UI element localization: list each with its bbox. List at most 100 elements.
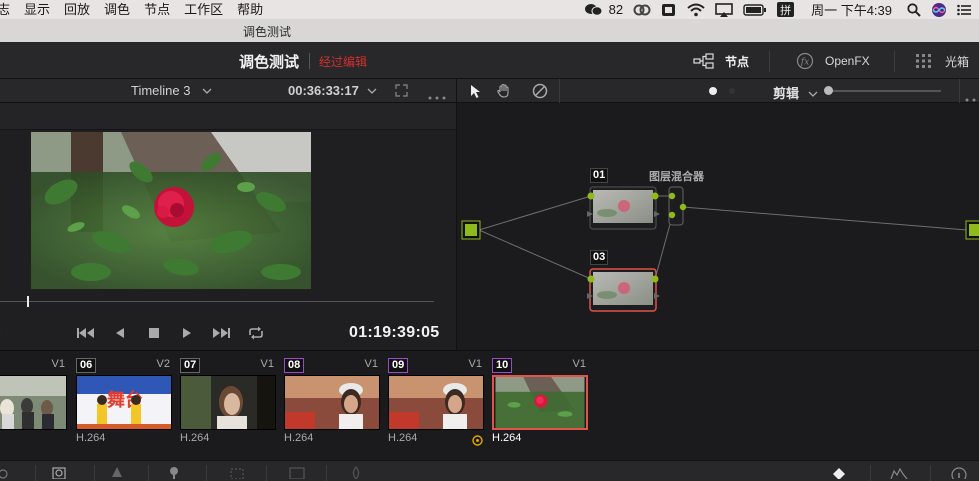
- keyframes-icon[interactable]: [830, 465, 848, 479]
- clip-track: V1: [260, 358, 274, 370]
- node-editor-panel: 剪辑 01 03 图层混合器: [456, 79, 979, 350]
- play-forward-icon[interactable]: [175, 322, 199, 344]
- airplay-icon[interactable]: [715, 0, 733, 19]
- menu-item-color[interactable]: 调色: [97, 0, 137, 19]
- clip-codec: H.264: [76, 432, 106, 444]
- clip-track: V1: [468, 358, 482, 370]
- node-mode-label: 剪辑: [773, 86, 800, 101]
- palette-icon[interactable]: [0, 465, 18, 479]
- palette-divider: [206, 465, 207, 481]
- jump-to-start-icon[interactable]: [74, 322, 98, 344]
- menu-item-nodes[interactable]: 节点: [137, 0, 177, 19]
- clip-thumbnail-image: 舞台: [76, 375, 172, 430]
- creative-cloud-icon[interactable]: [633, 0, 651, 19]
- viewer-options-icon[interactable]: [428, 88, 446, 103]
- source-timecode-value: 00:36:33:17: [288, 83, 359, 98]
- layer-mixer-node[interactable]: [668, 186, 687, 226]
- camera-raw-icon[interactable]: [50, 465, 68, 479]
- node-connections: [478, 195, 968, 280]
- clip-thumbnail[interactable]: 06 V2 舞台 H.264: [76, 351, 176, 461]
- pointer-tool-icon[interactable]: [464, 81, 486, 101]
- nodes-icon: [693, 53, 714, 69]
- viewer-image[interactable]: [31, 132, 311, 289]
- node-01-label: 01: [590, 168, 609, 183]
- page-header: 调色测试 经过编辑 节点 fx OpenFX 光箱: [0, 42, 979, 79]
- notification-center-icon[interactable]: [957, 0, 971, 19]
- menu-item-view-fragment[interactable]: 志: [0, 0, 17, 19]
- palette-divider: [930, 465, 931, 481]
- clip-thumbnail[interactable]: 08 V1 H.264: [284, 351, 384, 461]
- wifi-icon[interactable]: [687, 0, 705, 19]
- zoom-slider-track[interactable]: [829, 90, 941, 92]
- node-mode-selector[interactable]: 剪辑: [773, 83, 818, 102]
- clip-thumbnail[interactable]: V1 4: [0, 351, 71, 461]
- clip-codec: H.264: [388, 432, 418, 444]
- app-status-icon[interactable]: [661, 0, 677, 19]
- tracker-icon[interactable]: [228, 465, 246, 479]
- menu-item-display[interactable]: 显示: [17, 0, 57, 19]
- nodes-panel-button[interactable]: 节点: [693, 51, 749, 71]
- page-dot[interactable]: [729, 88, 735, 94]
- source-input-node[interactable]: [461, 220, 481, 240]
- palette-divider: [94, 465, 95, 481]
- menu-item-playback[interactable]: 回放: [57, 0, 97, 19]
- source-timecode[interactable]: 00:36:33:17: [288, 83, 377, 98]
- clip-track: V2: [156, 358, 170, 370]
- viewer-playhead[interactable]: [27, 296, 29, 307]
- 3d-icon[interactable]: [288, 465, 306, 479]
- play-reverse-icon[interactable]: [108, 322, 132, 344]
- toolbar-divider: [559, 79, 560, 103]
- clip-number: 08: [284, 358, 305, 373]
- battery-icon[interactable]: [743, 0, 767, 19]
- viewer-scrub-bar[interactable]: [0, 301, 434, 302]
- palette-divider: [326, 465, 327, 481]
- left-timecode-fragment: ): [0, 324, 1, 341]
- clock[interactable]: 周一 下午4:39: [811, 0, 892, 19]
- clip-thumbnail[interactable]: 07 V1 H.264: [180, 351, 280, 461]
- menu-item-help[interactable]: 帮助: [230, 0, 270, 19]
- nodes-panel-label: 节点: [725, 54, 750, 69]
- chevron-down-icon: [202, 88, 212, 94]
- chevron-down-icon: [367, 88, 377, 94]
- timeline-selector[interactable]: Timeline 3: [131, 83, 212, 98]
- output-node[interactable]: [965, 220, 979, 240]
- node-graph[interactable]: [457, 103, 979, 350]
- zoom-slider-handle[interactable]: [824, 86, 833, 95]
- blur-icon[interactable]: [347, 465, 365, 479]
- page-dot-active[interactable]: [709, 87, 717, 95]
- openfx-panel-button[interactable]: fx OpenFX: [796, 51, 870, 71]
- siri-icon[interactable]: [931, 0, 947, 19]
- project-name: 调色测试: [239, 54, 300, 71]
- clip-number: 07: [180, 358, 201, 373]
- header-divider: [769, 50, 770, 72]
- clip-codec: H.264: [492, 432, 522, 444]
- lightbox-panel-button[interactable]: 光箱: [915, 51, 969, 71]
- stop-icon[interactable]: [142, 322, 166, 344]
- node-03[interactable]: [587, 268, 660, 312]
- clip-thumbnail-selected[interactable]: 10 V1 H.264: [492, 351, 592, 461]
- clip-thumbnail[interactable]: 09 V1 H.264: [388, 351, 488, 461]
- openfx-panel-label: OpenFX: [825, 54, 870, 68]
- palette-divider: [35, 465, 36, 481]
- info-icon[interactable]: [950, 465, 968, 479]
- palette-divider: [148, 465, 149, 481]
- qualifier-icon[interactable]: [165, 465, 183, 479]
- lightbox-grid-icon: [916, 54, 931, 68]
- wechat-icon[interactable]: [584, 0, 604, 19]
- jump-to-end-icon[interactable]: [209, 322, 233, 344]
- record-timecode: 01:19:39:05: [349, 324, 440, 341]
- node-01[interactable]: [587, 186, 660, 230]
- input-method-indicator[interactable]: 拼: [777, 2, 795, 17]
- hand-tool-icon[interactable]: [493, 81, 515, 101]
- menu-item-workspace[interactable]: 工作区: [177, 0, 230, 19]
- disable-node-icon[interactable]: [529, 81, 551, 101]
- clip-codec: H.264: [284, 432, 314, 444]
- loop-icon[interactable]: [244, 322, 268, 344]
- spotlight-search-icon[interactable]: [907, 0, 921, 19]
- expand-viewer-icon[interactable]: [395, 84, 408, 100]
- chevron-down-icon: [808, 91, 818, 97]
- scopes-icon[interactable]: [890, 465, 908, 479]
- toolbar-divider: [959, 79, 960, 103]
- viewer-panel: Timeline 3 00:36:33:17 01:19:39:05: [0, 79, 456, 350]
- color-wheels-icon[interactable]: [108, 465, 126, 479]
